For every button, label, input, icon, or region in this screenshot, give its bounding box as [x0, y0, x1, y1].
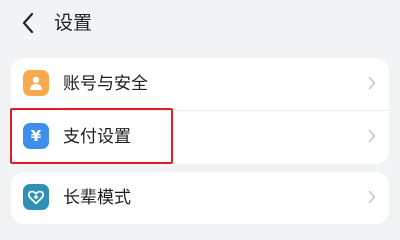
- settings-item-label: 支付设置: [63, 127, 131, 147]
- settings-item-label: 账号与安全: [63, 74, 148, 94]
- chevron-right-icon: [368, 76, 376, 90]
- person-icon: [23, 70, 49, 96]
- back-button[interactable]: [16, 10, 40, 36]
- settings-item-payment[interactable]: ¥ 支付设置: [11, 111, 389, 163]
- chevron-right-icon: [368, 190, 376, 204]
- settings-item-label: 长辈模式: [63, 188, 131, 208]
- settings-item-elder-mode[interactable]: 长辈模式: [11, 172, 389, 224]
- heart-shield-icon: [23, 184, 49, 210]
- settings-group-2: 长辈模式: [11, 172, 389, 224]
- chevron-right-icon: [368, 129, 376, 143]
- header: 设置: [0, 0, 400, 50]
- settings-group-1: 账号与安全 ¥ 支付设置: [11, 58, 389, 164]
- settings-item-account-security[interactable]: 账号与安全: [11, 58, 389, 111]
- page-title: 设置: [54, 12, 93, 34]
- chevron-left-icon: [22, 12, 34, 34]
- yuan-icon: ¥: [23, 123, 49, 149]
- yuan-symbol: ¥: [30, 127, 42, 145]
